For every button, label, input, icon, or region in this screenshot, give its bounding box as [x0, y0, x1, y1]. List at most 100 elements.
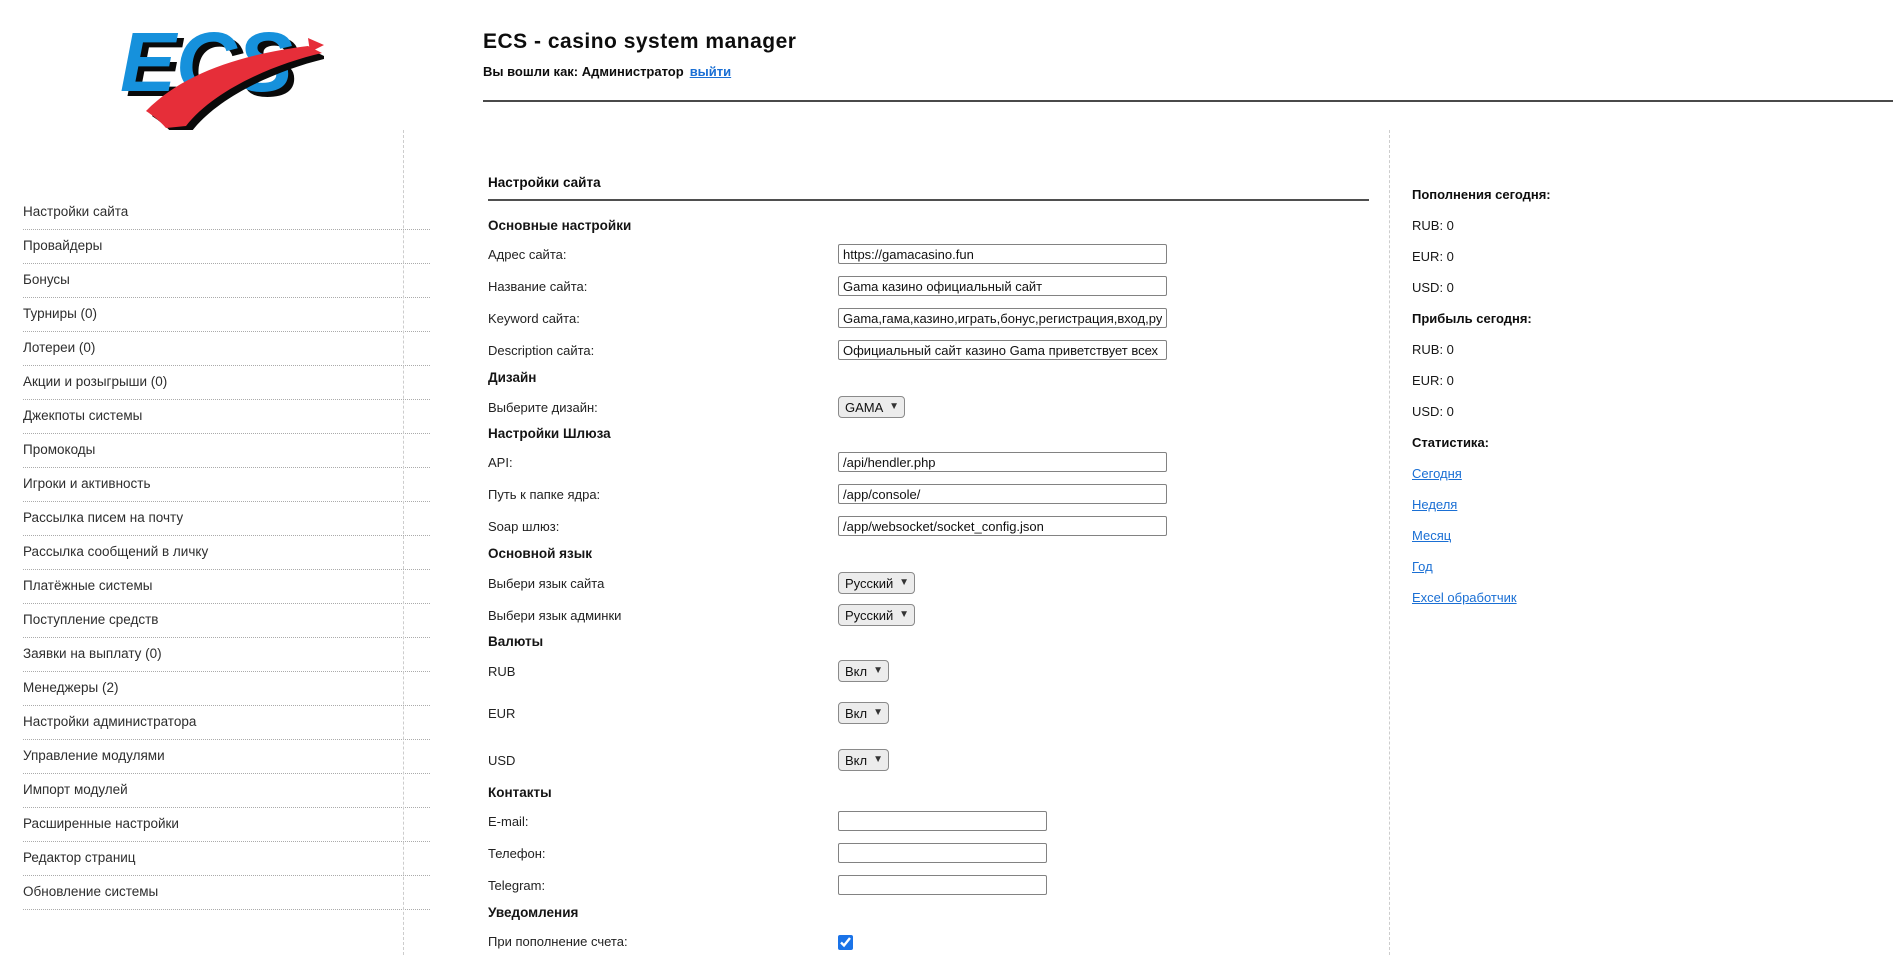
phone-row: Телефон:	[488, 843, 1369, 863]
stats-link[interactable]: Неделя	[1412, 497, 1457, 512]
stats-link[interactable]: Год	[1412, 559, 1433, 574]
admin-language-label: Выбери язык админки	[488, 608, 838, 623]
sidebar-item[interactable]: Джекпоты системы	[23, 400, 430, 434]
section-heading: Основные настройки	[488, 217, 1369, 234]
sidebar-item[interactable]: Лотереи (0)	[23, 332, 430, 366]
stats-block-heading: Пополнения сегодня:	[1412, 179, 1842, 210]
sidebar-item[interactable]: Рассылка сообщений в личку	[23, 536, 430, 570]
email-input[interactable]	[838, 811, 1047, 831]
sidebar-item[interactable]: Расширенные настройки	[23, 808, 430, 842]
section-heading: Основной язык	[488, 545, 1369, 562]
login-status: Вы вошли как: Администраторвыйти	[483, 64, 731, 79]
sidebar-item[interactable]: Игроки и активность	[23, 468, 430, 502]
telegram-row: Telegram:	[488, 875, 1369, 895]
currency-usd-row: USDВкл▼	[488, 749, 1369, 771]
sidebar-item[interactable]: Рассылка писем на почту	[23, 502, 430, 536]
stats-link-line: Месяц	[1412, 520, 1842, 551]
sidebar-item[interactable]: Менеджеры (2)	[23, 672, 430, 706]
sidebar-item[interactable]: Турниры (0)	[23, 298, 430, 332]
core-folder-path-row: Путь к папке ядра:	[488, 484, 1369, 504]
section-heading: Уведомления	[488, 904, 1369, 921]
stats-link-line: Сегодня	[1412, 458, 1842, 489]
title-rule	[488, 199, 1369, 201]
phone-input[interactable]	[838, 843, 1047, 863]
soap-gateway-row: Soap шлюз:	[488, 516, 1369, 536]
site-address-label: Адрес сайта:	[488, 247, 838, 262]
api-path-label: API:	[488, 455, 838, 470]
site-address-input[interactable]	[838, 244, 1167, 264]
sidebar-item[interactable]: Редактор страниц	[23, 842, 430, 876]
telegram-label: Telegram:	[488, 878, 838, 893]
sidebar-item[interactable]: Бонусы	[23, 264, 430, 298]
sidebar-item[interactable]: Провайдеры	[23, 230, 430, 264]
site-name-label: Название сайта:	[488, 279, 838, 294]
notify-on-deposit-checkbox[interactable]	[838, 935, 853, 950]
site-address-row: Адрес сайта:	[488, 244, 1369, 264]
stats-link[interactable]: Месяц	[1412, 528, 1451, 543]
currency-rub-select-wrap: Вкл▼	[838, 660, 889, 682]
site-description-row: Description сайта:	[488, 340, 1369, 360]
site-description-input[interactable]	[838, 340, 1167, 360]
stats-link[interactable]: Excel обработчик	[1412, 590, 1517, 605]
ecs-logo: ECS ECS	[112, 8, 324, 130]
site-language-select[interactable]: Русский	[838, 572, 915, 594]
stats-value: EUR: 0	[1412, 365, 1842, 396]
sidebar-item[interactable]: Настройки сайта	[23, 196, 430, 230]
design-select[interactable]: GAMA	[838, 396, 905, 418]
stats-value: USD: 0	[1412, 396, 1842, 427]
stats-link[interactable]: Сегодня	[1412, 466, 1462, 481]
sidebar-item[interactable]: Обновление системы	[23, 876, 430, 910]
currency-eur-row: EURВкл▼	[488, 702, 1369, 724]
notify-on-deposit-label: При пополнение счета:	[488, 934, 838, 949]
sidebar-item[interactable]: Настройки администратора	[23, 706, 430, 740]
phone-label: Телефон:	[488, 846, 838, 861]
currency-rub-select[interactable]: Вкл	[838, 660, 889, 682]
admin-language-row: Выбери язык админкиРусский▼	[488, 604, 1369, 626]
admin-language-select[interactable]: Русский	[838, 604, 915, 626]
email-row: E-mail:	[488, 811, 1369, 831]
stats-panel: Пополнения сегодня:RUB: 0EUR: 0USD: 0При…	[1412, 179, 1842, 613]
currency-rub-row: RUBВкл▼	[488, 660, 1369, 682]
site-keywords-input[interactable]	[838, 308, 1167, 328]
statistics-heading: Статистика:	[1412, 427, 1842, 458]
sidebar-item[interactable]: Поступление средств	[23, 604, 430, 638]
design-label: Выберите дизайн:	[488, 400, 838, 415]
settings-form: Основные настройки Адрес сайта: Название с…	[488, 217, 1369, 951]
stats-link-line: Неделя	[1412, 489, 1842, 520]
site-keywords-label: Keyword сайта:	[488, 311, 838, 326]
currency-usd-select[interactable]: Вкл	[838, 749, 889, 771]
logout-link[interactable]: выйти	[690, 64, 731, 79]
stats-value: EUR: 0	[1412, 241, 1842, 272]
section-heading: Дизайн	[488, 369, 1369, 386]
notify-on-deposit-row: При пополнение счета:	[488, 931, 1369, 951]
sidebar-item[interactable]: Акции и розыгрыши (0)	[23, 366, 430, 400]
sidebar-item[interactable]: Управление модулями	[23, 740, 430, 774]
stats-value: USD: 0	[1412, 272, 1842, 303]
telegram-input[interactable]	[838, 875, 1047, 895]
soap-gateway-label: Soap шлюз:	[488, 519, 838, 534]
section-heading: Настройки Шлюза	[488, 425, 1369, 442]
sidebar-item[interactable]: Импорт модулей	[23, 774, 430, 808]
currency-eur-label: EUR	[488, 706, 838, 721]
page-title: Настройки сайта	[488, 176, 1369, 190]
currency-usd-select-wrap: Вкл▼	[838, 749, 889, 771]
core-folder-path-input[interactable]	[838, 484, 1167, 504]
sidebar-menu: Настройки сайтаПровайдерыБонусыТурниры (…	[23, 196, 430, 910]
section-heading: Контакты	[488, 784, 1369, 801]
header-divider	[483, 100, 1893, 102]
currency-eur-select[interactable]: Вкл	[838, 702, 889, 724]
site-name-row: Название сайта:	[488, 276, 1369, 296]
currency-eur-select-wrap: Вкл▼	[838, 702, 889, 724]
email-label: E-mail:	[488, 814, 838, 829]
site-name-input[interactable]	[838, 276, 1167, 296]
main-settings-panel: Настройки сайта Основные настройки Адрес …	[403, 130, 1390, 955]
sidebar-item[interactable]: Платёжные системы	[23, 570, 430, 604]
sidebar-item[interactable]: Заявки на выплату (0)	[23, 638, 430, 672]
api-path-input[interactable]	[838, 452, 1167, 472]
soap-gateway-input[interactable]	[838, 516, 1167, 536]
design-select-wrap: GAMA▼	[838, 396, 905, 418]
site-keywords-row: Keyword сайта:	[488, 308, 1369, 328]
site-language-row: Выбери язык сайтаРусский▼	[488, 572, 1369, 594]
site-language-select-wrap: Русский▼	[838, 572, 915, 594]
sidebar-item[interactable]: Промокоды	[23, 434, 430, 468]
